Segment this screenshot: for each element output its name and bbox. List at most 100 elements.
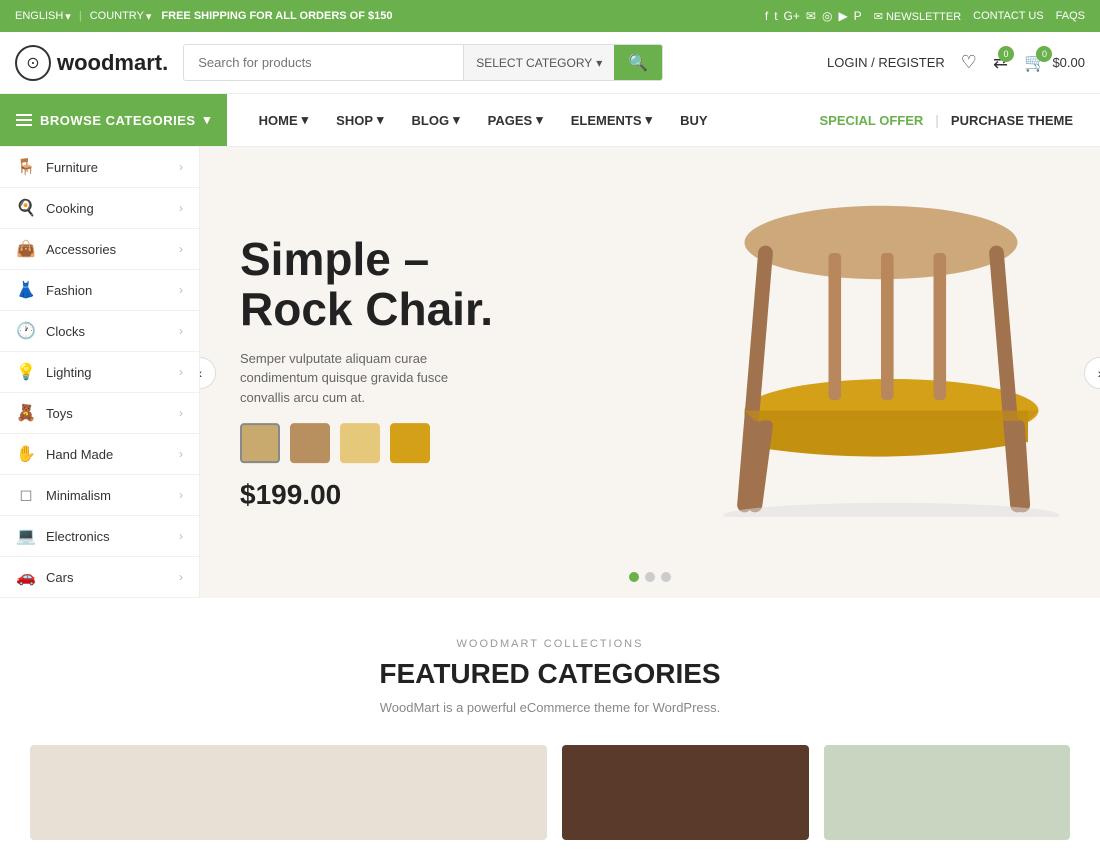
featured-title: FEATURED CATEGORIES xyxy=(15,658,1085,690)
browse-chevron-icon: ▾ xyxy=(204,112,211,128)
cat-icon-7: ✋ xyxy=(16,444,36,464)
category-select[interactable]: SELECT CATEGORY ▾ xyxy=(463,45,614,80)
googleplus-icon[interactable]: G+ xyxy=(784,9,800,23)
cat-left: 🧸 Toys xyxy=(16,403,73,423)
nav-bar: BROWSE CATEGORIES ▾ HOME ▾ SHOP ▾ BLOG ▾… xyxy=(0,94,1100,147)
newsletter-icon: ✉ xyxy=(874,11,883,23)
twitter-icon[interactable]: t xyxy=(774,9,777,23)
youtube-icon[interactable]: ▶ xyxy=(838,9,847,23)
facebook-icon[interactable]: f xyxy=(765,9,768,23)
newsletter-link[interactable]: ✉ NEWSLETTER xyxy=(874,10,961,23)
sidebar-item-fashion[interactable]: 👗 Fashion xyxy=(0,270,199,311)
logo-icon: ⊙ xyxy=(15,45,51,81)
wishlist-button[interactable]: ♡ xyxy=(961,52,977,73)
cat-icon-6: 🧸 xyxy=(16,403,36,423)
cart-button[interactable]: 🛒 0 $0.00 xyxy=(1024,52,1085,73)
cart-badge: 0 xyxy=(1036,46,1052,62)
cart-icon-wrapper: 🛒 0 xyxy=(1024,52,1046,73)
cat-name-3: Fashion xyxy=(46,283,92,298)
pinterest-icon[interactable]: P xyxy=(854,9,862,23)
cat-left: 🚗 Cars xyxy=(16,567,73,587)
slide-content: Simple – Rock Chair. Semper vulputate al… xyxy=(240,234,500,512)
cat-left: 🪑 Furniture xyxy=(16,157,98,177)
nav-pages[interactable]: PAGES ▾ xyxy=(476,96,555,144)
cat-icon-5: 💡 xyxy=(16,362,36,382)
sidebar-item-cars[interactable]: 🚗 Cars xyxy=(0,557,199,598)
browse-categories-button[interactable]: BROWSE CATEGORIES ▾ xyxy=(0,94,227,146)
sidebar-item-clocks[interactable]: 🕐 Clocks xyxy=(0,311,199,352)
swatch-3[interactable] xyxy=(340,423,380,463)
instagram-icon[interactable]: ◎ xyxy=(822,9,832,23)
cat-icon-0: 🪑 xyxy=(16,157,36,177)
home-chevron-icon: ▾ xyxy=(302,112,309,128)
cat-arrow-icon-3 xyxy=(179,283,183,297)
featured-card-3[interactable] xyxy=(824,745,1070,840)
cat-icon-8: ◻ xyxy=(16,485,36,505)
nav-buy[interactable]: BUY xyxy=(668,97,719,144)
country-chevron-icon xyxy=(146,10,152,23)
faqs-link[interactable]: FAQS xyxy=(1056,10,1085,22)
search-button[interactable]: 🔍 xyxy=(614,45,662,80)
swatch-2[interactable] xyxy=(290,423,330,463)
compare-button[interactable]: ⇄ 0 xyxy=(993,52,1008,73)
nav-home[interactable]: HOME ▾ xyxy=(247,96,321,144)
featured-section: WOODMART COLLECTIONS FEATURED CATEGORIES… xyxy=(0,598,1100,860)
email-icon[interactable]: ✉ xyxy=(806,9,816,23)
sidebar-item-hand-made[interactable]: ✋ Hand Made xyxy=(0,434,199,475)
slide-prev-button[interactable]: ‹ xyxy=(200,357,216,389)
cat-name-7: Hand Made xyxy=(46,447,113,462)
nav-elements[interactable]: ELEMENTS ▾ xyxy=(559,96,664,144)
sidebar-item-minimalism[interactable]: ◻ Minimalism xyxy=(0,475,199,516)
pages-chevron-icon: ▾ xyxy=(536,112,543,128)
lang-chevron-icon xyxy=(65,10,71,23)
sidebar-item-cooking[interactable]: 🍳 Cooking xyxy=(0,188,199,229)
slide-dot-2[interactable] xyxy=(645,572,655,582)
slide-next-button[interactable]: › xyxy=(1084,357,1100,389)
cat-left: 🕐 Clocks xyxy=(16,321,85,341)
elements-chevron-icon: ▾ xyxy=(646,112,653,128)
login-register-link[interactable]: LOGIN / REGISTER xyxy=(827,55,945,70)
cat-icon-4: 🕐 xyxy=(16,321,36,341)
swatch-1[interactable] xyxy=(240,423,280,463)
purchase-theme-link[interactable]: PURCHASE THEME xyxy=(939,97,1085,144)
cat-icon-2: 👜 xyxy=(16,239,36,259)
slide-description: Semper vulputate aliquam curae condiment… xyxy=(240,349,500,408)
heart-icon: ♡ xyxy=(961,52,977,72)
top-bar-left: ENGLISH | COUNTRY FREE SHIPPING FOR ALL … xyxy=(15,10,392,23)
sidebar-item-toys[interactable]: 🧸 Toys xyxy=(0,393,199,434)
search-input[interactable] xyxy=(184,45,463,80)
logo-text: woodmart. xyxy=(57,50,168,76)
swatch-4[interactable] xyxy=(390,423,430,463)
sidebar-item-furniture[interactable]: 🪑 Furniture xyxy=(0,147,199,188)
slide-image xyxy=(650,157,1070,517)
special-offer-link[interactable]: SPECIAL OFFER xyxy=(808,97,936,144)
nav-blog[interactable]: BLOG ▾ xyxy=(400,96,472,144)
cat-name-4: Clocks xyxy=(46,324,85,339)
language-button[interactable]: ENGLISH xyxy=(15,10,71,23)
featured-card-2[interactable] xyxy=(562,745,808,840)
slide-dot-3[interactable] xyxy=(661,572,671,582)
search-icon: 🔍 xyxy=(628,55,648,72)
hero-slider: ‹ Simple – Rock Chair. Semper vulputate … xyxy=(200,147,1100,598)
chair-svg xyxy=(650,157,1070,517)
sidebar-item-accessories[interactable]: 👜 Accessories xyxy=(0,229,199,270)
nav-shop[interactable]: SHOP ▾ xyxy=(324,96,395,144)
country-button[interactable]: COUNTRY xyxy=(90,10,152,23)
cat-name-1: Cooking xyxy=(46,201,94,216)
sidebar-item-electronics[interactable]: 💻 Electronics xyxy=(0,516,199,557)
cat-arrow-icon-1 xyxy=(179,201,183,215)
compare-badge: 0 xyxy=(998,46,1014,62)
contact-us-link[interactable]: CONTACT US xyxy=(973,10,1044,22)
nav-right: SPECIAL OFFER | PURCHASE THEME xyxy=(808,97,1100,144)
divider: | xyxy=(79,10,82,23)
cat-arrow-icon-10 xyxy=(179,570,183,584)
featured-card-1[interactable] xyxy=(30,745,547,840)
cat-name-8: Minimalism xyxy=(46,488,111,503)
sidebar-item-lighting[interactable]: 💡 Lighting xyxy=(0,352,199,393)
cat-arrow-icon-7 xyxy=(179,447,183,461)
logo[interactable]: ⊙ woodmart. xyxy=(15,45,168,81)
lang-country: ENGLISH | COUNTRY xyxy=(15,10,151,23)
cat-left: ◻ Minimalism xyxy=(16,485,111,505)
slide-dot-1[interactable] xyxy=(629,572,639,582)
cat-left: 👜 Accessories xyxy=(16,239,116,259)
